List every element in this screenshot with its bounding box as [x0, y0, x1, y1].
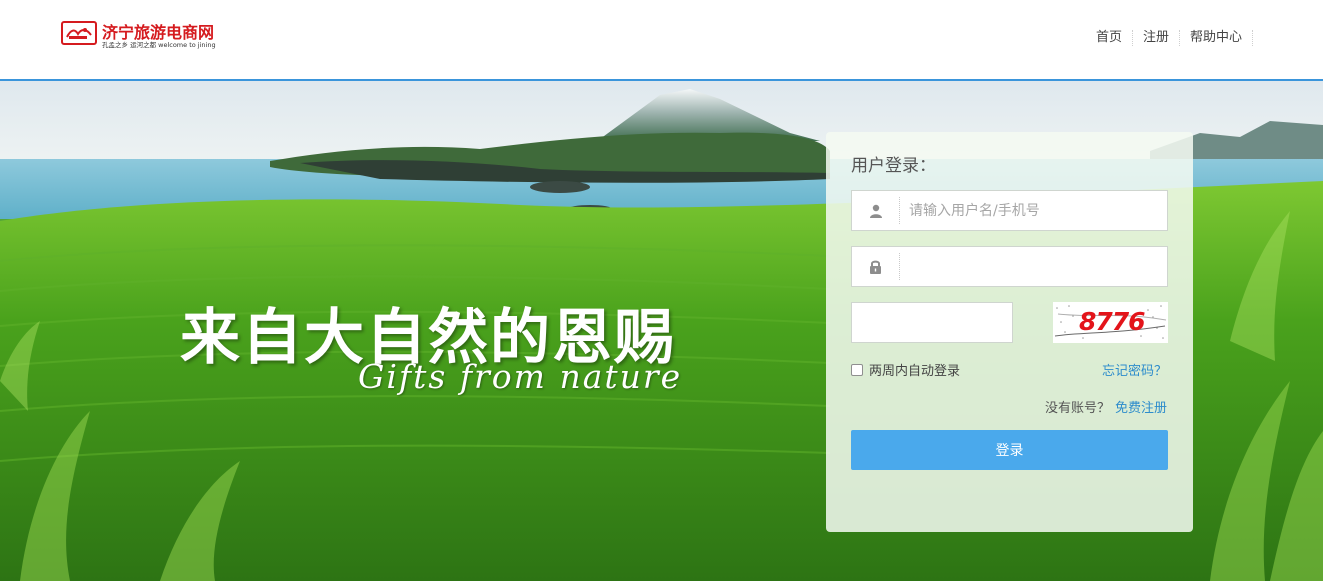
password-input[interactable] [909, 247, 1159, 286]
remember-me-checkbox[interactable]: 两周内自动登录 [851, 360, 960, 379]
remember-me-label: 两周内自动登录 [869, 364, 961, 379]
forgot-password-link[interactable]: 忘记密码？ [1102, 360, 1167, 379]
logo-tagline: 孔孟之乡 运河之都 welcome to jining [102, 41, 216, 49]
password-field [851, 246, 1168, 287]
login-title: 用户登录： [851, 156, 936, 176]
captcha-image[interactable]: 8776 [1053, 302, 1168, 343]
login-button[interactable]: 登录 [851, 430, 1168, 470]
field-divider [899, 253, 900, 280]
register-prompt: 没有账号？ 免费注册 [1045, 397, 1167, 416]
captcha-input[interactable] [851, 302, 1013, 343]
username-input[interactable] [909, 191, 1159, 230]
logo-emblem-icon [61, 21, 97, 45]
lock-icon [852, 247, 899, 286]
login-panel: 用户登录： 请输入用户名/手机号 8776 两周内自动登录 忘记密码？ 没有账号… [826, 132, 1193, 532]
top-nav: 首页 注册 帮助中心 [1086, 30, 1253, 46]
nav-home-link[interactable]: 首页 [1086, 30, 1133, 46]
nav-register-link[interactable]: 注册 [1133, 30, 1180, 46]
field-divider [899, 197, 900, 224]
checkbox-box[interactable] [851, 363, 863, 376]
slogan-english: Gifts from nature [358, 357, 683, 396]
free-register-link[interactable]: 免费注册 [1115, 401, 1167, 416]
captcha-code: 8776 [1079, 307, 1146, 336]
site-logo[interactable]: 济宁旅游电商网 孔孟之乡 运河之都 welcome to jining [61, 21, 241, 51]
nav-help-link[interactable]: 帮助中心 [1180, 30, 1253, 46]
no-account-text: 没有账号？ [1044, 401, 1110, 416]
user-icon [852, 191, 899, 230]
username-field [851, 190, 1168, 231]
site-header: 济宁旅游电商网 孔孟之乡 运河之都 welcome to jining 首页 注… [0, 0, 1323, 81]
